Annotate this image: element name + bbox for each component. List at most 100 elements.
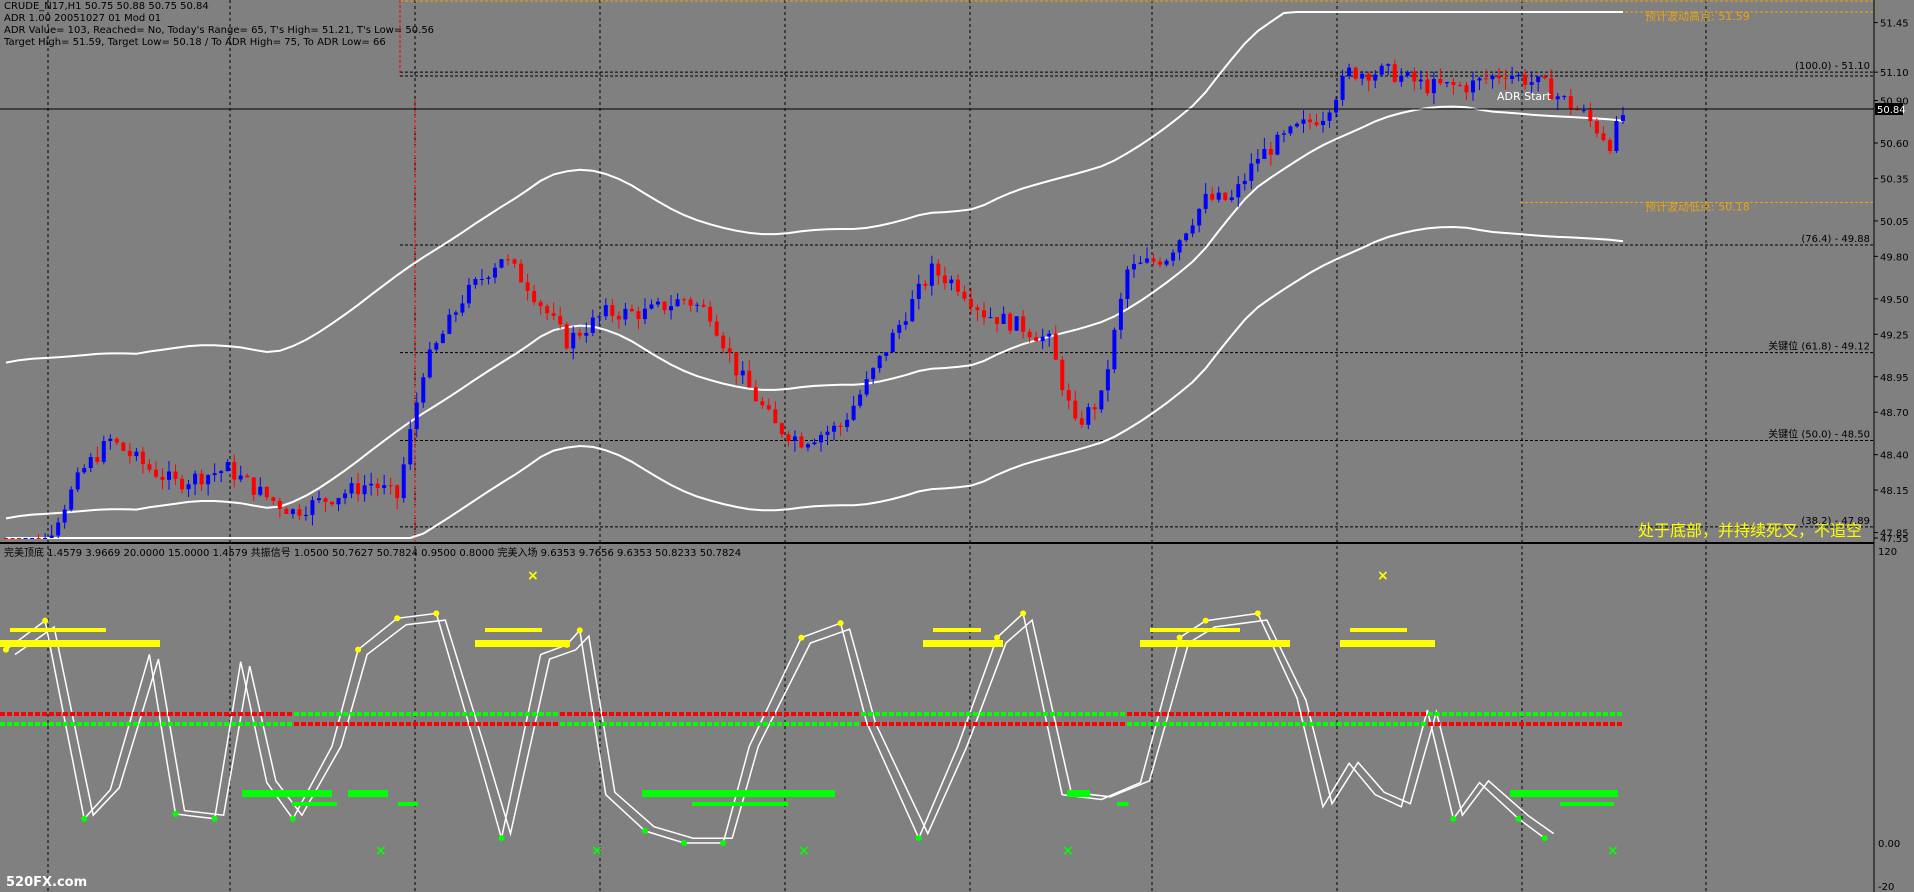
- sig-row-b: [735, 722, 740, 726]
- sig-row-a: [1498, 712, 1503, 716]
- candle-body-154: [1008, 313, 1013, 331]
- sig-row-a: [462, 712, 467, 716]
- candle-body-155: [1014, 316, 1019, 331]
- sig-row-b: [7, 722, 12, 726]
- sig-row-b: [1281, 722, 1286, 726]
- sig-row-b: [1442, 722, 1447, 726]
- sig-row-a: [756, 712, 761, 716]
- yellow-zone-dots-4: [1350, 628, 1407, 632]
- yellow-zone-4: [1340, 640, 1435, 647]
- candle-body-76: [499, 259, 504, 268]
- sig-row-b: [630, 722, 635, 726]
- sig-row-a: [574, 712, 579, 716]
- candle-body-210: [1373, 74, 1378, 81]
- candle-body-93: [610, 305, 615, 316]
- sig-row-b: [1617, 722, 1622, 726]
- sig-row-a: [154, 712, 159, 716]
- candle-body-224: [1464, 85, 1469, 93]
- candle-body-131: [858, 394, 863, 406]
- sig-row-b: [525, 722, 530, 726]
- sig-row-a: [833, 712, 838, 716]
- sig-row-b: [259, 722, 264, 726]
- symbol-header: CRUDE_N17,H1 50.75 50.88 50.75 50.84: [4, 1, 209, 12]
- sig-row-b: [959, 722, 964, 726]
- sig-row-b: [1113, 722, 1118, 726]
- candle-body-211: [1379, 65, 1384, 75]
- candle-body-192: [1255, 158, 1260, 164]
- candle-body-100: [656, 301, 660, 305]
- sig-row-a: [1463, 712, 1468, 716]
- sig-row-b: [1288, 722, 1293, 726]
- sig-row-a: [1295, 712, 1300, 716]
- sig-row-b: [112, 722, 117, 726]
- sig-row-b: [1155, 722, 1160, 726]
- sig-row-b: [238, 722, 243, 726]
- candle-body-26: [173, 471, 178, 479]
- osc-bottom-mark-20: [641, 827, 648, 834]
- candle-body-63: [414, 402, 419, 430]
- sig-row-b: [1099, 722, 1104, 726]
- candle-body-218: [1425, 79, 1430, 94]
- sig-row-b: [483, 722, 488, 726]
- candle-body-67: [440, 333, 445, 344]
- sig-row-b: [1141, 722, 1146, 726]
- sig-row-a: [91, 712, 96, 716]
- sig-row-b: [224, 722, 229, 726]
- sig-row-b: [987, 722, 992, 726]
- candle-body-6: [43, 538, 48, 539]
- sig-row-b: [1456, 722, 1461, 726]
- candle-body-40: [264, 486, 269, 498]
- sig-row-b: [665, 722, 670, 726]
- sig-row-b: [469, 722, 474, 726]
- target-high-label: 预计波动高点: 51.59: [1645, 9, 1750, 23]
- sig-row-a: [917, 712, 922, 716]
- osc-bottom-mark-43: [1450, 815, 1457, 822]
- sig-row-b: [476, 722, 481, 726]
- sig-row-b: [798, 722, 803, 726]
- sig-row-b: [1246, 722, 1251, 726]
- sig-row-a: [364, 712, 369, 716]
- candle-body-226: [1477, 78, 1482, 81]
- sig-row-a: [147, 712, 152, 716]
- sig-row-b: [1057, 722, 1062, 726]
- sig-row-a: [1015, 712, 1020, 716]
- candle-body-108: [708, 306, 713, 322]
- sig-row-b: [511, 722, 516, 726]
- sig-row-b: [609, 722, 614, 726]
- sig-row-b: [1197, 722, 1202, 726]
- cross-marker-5: ×: [1062, 843, 1074, 859]
- sig-row-a: [1260, 712, 1265, 716]
- candle-body-121: [792, 436, 797, 441]
- yellow-zone-2: [923, 640, 1003, 647]
- sig-row-b: [210, 722, 215, 726]
- candle-body-168: [1099, 390, 1104, 410]
- sig-row-b: [616, 722, 621, 726]
- cross-marker-2: ×: [375, 843, 387, 859]
- sig-row-b: [448, 722, 453, 726]
- sig-row-a: [994, 712, 999, 716]
- candle-body-53: [349, 483, 354, 494]
- sig-row-a: [455, 712, 460, 716]
- candle-body-52: [343, 493, 348, 499]
- sig-row-a: [966, 712, 971, 716]
- sig-row-b: [1148, 722, 1153, 726]
- sig-row-a: [1099, 712, 1104, 716]
- sig-row-b: [1015, 722, 1020, 726]
- candle-body-149: [975, 307, 980, 311]
- sig-row-b: [1001, 722, 1006, 726]
- candle-body-114: [747, 370, 752, 388]
- sig-row-a: [686, 712, 691, 716]
- candle-body-12: [82, 468, 87, 473]
- sig-row-b: [140, 722, 145, 726]
- sig-row-a: [0, 712, 5, 716]
- candle-body-248: [1620, 115, 1625, 122]
- sig-row-b: [623, 722, 628, 726]
- sig-row-b: [938, 722, 943, 726]
- candle-body-204: [1334, 99, 1339, 113]
- sig-row-b: [896, 722, 901, 726]
- candle-body-84: [551, 313, 556, 316]
- sig-row-b: [1414, 722, 1419, 726]
- sig-row-b: [812, 722, 817, 726]
- sig-row-b: [546, 722, 551, 726]
- sig-row-a: [1162, 712, 1167, 716]
